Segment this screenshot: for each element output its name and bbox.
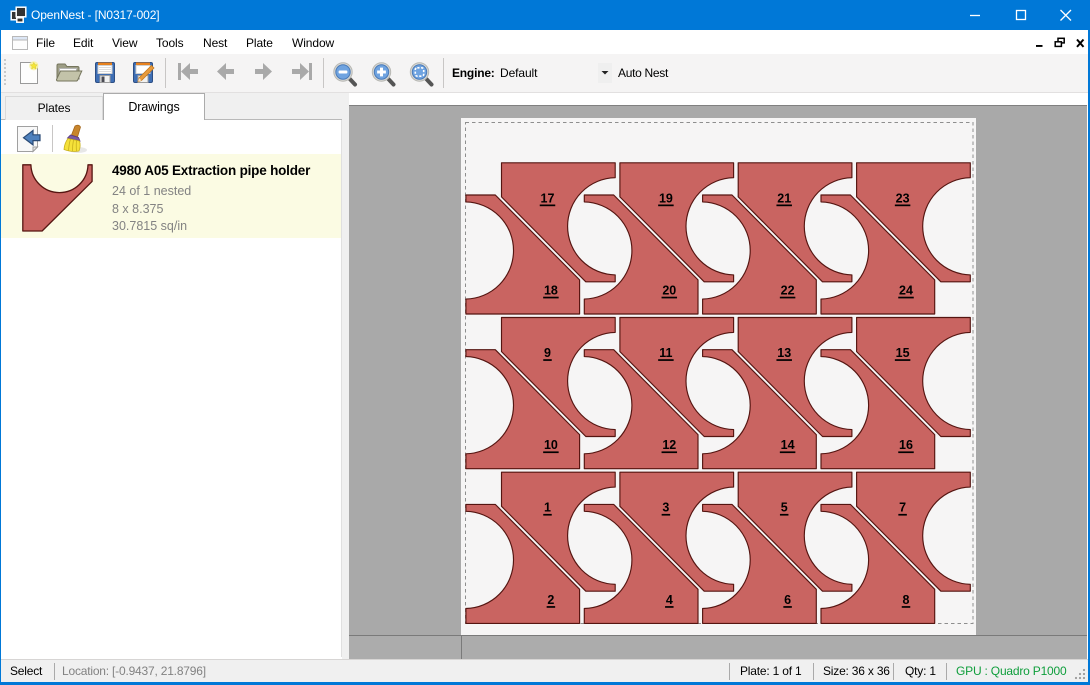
svg-text:10: 10 [544, 438, 558, 452]
svg-text:9: 9 [544, 346, 551, 360]
svg-text:22: 22 [781, 284, 795, 298]
svg-text:18: 18 [544, 284, 558, 298]
svg-text:13: 13 [777, 346, 791, 360]
svg-text:11: 11 [659, 346, 672, 360]
svg-text:14: 14 [781, 438, 795, 452]
svg-text:15: 15 [896, 346, 910, 360]
svg-text:23: 23 [896, 191, 910, 205]
svg-text:21: 21 [777, 191, 791, 205]
svg-text:19: 19 [659, 191, 673, 205]
svg-text:1: 1 [544, 501, 551, 515]
svg-text:4: 4 [666, 593, 673, 607]
svg-text:7: 7 [899, 501, 906, 515]
svg-text:16: 16 [899, 438, 913, 452]
svg-text:3: 3 [662, 501, 669, 515]
svg-text:24: 24 [899, 284, 913, 298]
svg-text:12: 12 [662, 438, 676, 452]
svg-text:2: 2 [547, 593, 554, 607]
svg-text:5: 5 [781, 501, 788, 515]
svg-text:17: 17 [541, 191, 555, 205]
svg-text:20: 20 [662, 284, 676, 298]
svg-text:8: 8 [903, 593, 910, 607]
svg-text:6: 6 [784, 593, 791, 607]
